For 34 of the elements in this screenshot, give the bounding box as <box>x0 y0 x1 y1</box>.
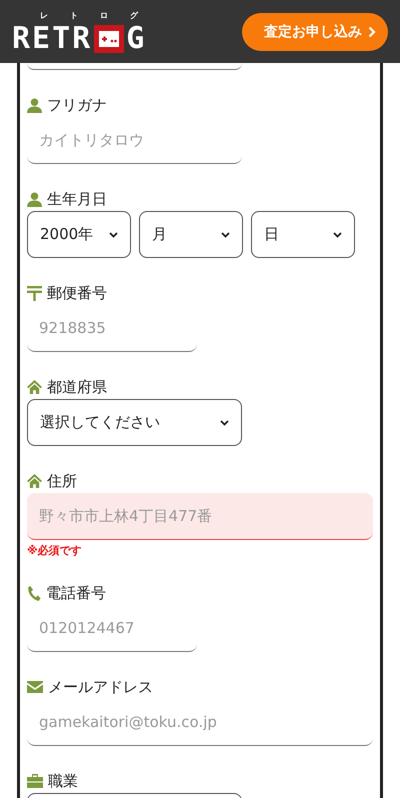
error-message: ※必須です <box>27 543 82 558</box>
logo-ruby: ト <box>70 10 78 22</box>
logo-text: G <box>126 24 146 54</box>
house-icon <box>27 474 42 488</box>
select-field[interactable]: 月 <box>139 211 243 258</box>
logo-ruby: グ <box>130 10 138 22</box>
select-field[interactable]: 選択してください <box>27 399 242 446</box>
postal-mark-icon <box>27 286 42 300</box>
house-icon <box>27 380 42 394</box>
field-label: 都道府県 <box>47 378 107 396</box>
field-label: 職業 <box>48 772 78 790</box>
caret-icon <box>221 232 230 238</box>
select-field[interactable]: 2000年 <box>27 211 131 258</box>
chevron-right-icon <box>368 26 376 38</box>
input-field[interactable]: 野々市市上林4丁目477番 <box>27 493 373 540</box>
caret-icon <box>109 232 118 238</box>
field-label: 住所 <box>47 472 77 490</box>
logo-text: RETR <box>12 24 92 54</box>
caret-icon <box>333 232 342 238</box>
briefcase-icon <box>27 774 43 788</box>
field-label: 生年月日 <box>47 190 107 208</box>
logo-ruby: レ <box>40 10 48 22</box>
field-label: 郵便番号 <box>47 284 107 302</box>
person-icon <box>27 192 42 206</box>
envelope-icon <box>27 681 43 693</box>
caret-icon <box>220 420 229 426</box>
select-field[interactable]: 日 <box>251 211 355 258</box>
person-icon <box>27 98 42 112</box>
field-label: 電話番号 <box>46 584 106 602</box>
logo-ruby: ロ <box>100 10 108 22</box>
field-label: メールアドレス <box>48 678 153 696</box>
controller-icon <box>94 24 124 52</box>
field-label: フリガナ <box>47 96 107 114</box>
phone-icon <box>27 586 41 600</box>
